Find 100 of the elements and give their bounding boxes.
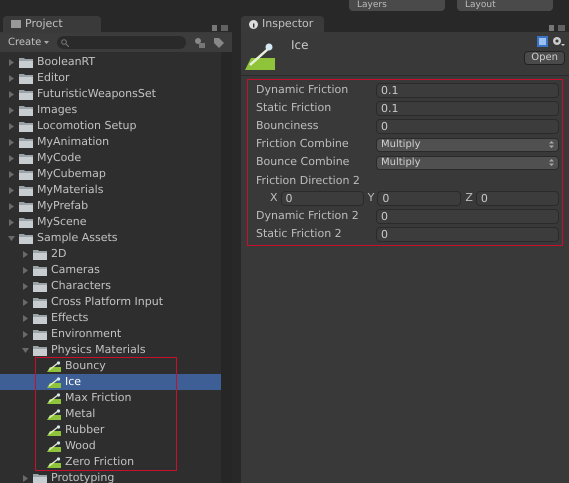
- tree-item[interactable]: Editor: [0, 70, 221, 86]
- number-field[interactable]: 0: [376, 209, 559, 224]
- tree-item[interactable]: MyScene: [0, 214, 221, 230]
- tree-item-label: Cross Platform Input: [51, 294, 164, 310]
- dropdown-field[interactable]: Multiply: [376, 156, 559, 170]
- tree-item[interactable]: Effects: [0, 310, 221, 326]
- tag-icon[interactable]: [213, 37, 224, 48]
- tree-item[interactable]: Sample Assets: [0, 230, 221, 246]
- tree-item-label: FuturisticWeaponsSet: [37, 86, 156, 102]
- tree-item-label: Sample Assets: [37, 230, 118, 246]
- number-field[interactable]: 0.1: [376, 101, 559, 116]
- toolbar-dropdown[interactable]: Layout: [457, 0, 553, 11]
- menu-icon[interactable]: [212, 24, 228, 32]
- tree-item[interactable]: Prototyping: [0, 470, 221, 483]
- folder-icon: [19, 72, 33, 84]
- tree-item[interactable]: Metal: [0, 406, 221, 422]
- folder-icon: [33, 296, 47, 308]
- search-field[interactable]: [57, 36, 186, 49]
- collapsed-arrow-icon[interactable]: [22, 298, 29, 306]
- folder-icon: [19, 152, 33, 164]
- axis-label: Y: [368, 190, 374, 206]
- collapsed-arrow-icon[interactable]: [8, 90, 15, 98]
- expanded-arrow-icon[interactable]: [22, 346, 29, 354]
- tree-item[interactable]: Cross Platform Input: [0, 294, 221, 310]
- create-button[interactable]: Create: [8, 35, 50, 50]
- number-field[interactable]: 0: [376, 119, 559, 134]
- physics-material-icon: [47, 376, 61, 388]
- collapsed-arrow-icon[interactable]: [8, 218, 15, 226]
- collapsed-arrow-icon[interactable]: [22, 266, 29, 274]
- collapsed-arrow-icon[interactable]: [8, 202, 15, 210]
- tree-item-label: 2D: [51, 246, 66, 262]
- tree-item-label: Images: [37, 102, 78, 118]
- project-tab[interactable]: Project: [3, 16, 101, 32]
- collapsed-arrow-icon[interactable]: [22, 330, 29, 338]
- tree-item-label: Max Friction: [65, 390, 132, 406]
- tree-item[interactable]: MyMaterials: [0, 182, 221, 198]
- property-label: Friction Direction 2: [256, 173, 361, 188]
- tree-item[interactable]: MyCubemap: [0, 166, 221, 182]
- tree-item[interactable]: Images: [0, 102, 221, 118]
- number-field[interactable]: 0: [476, 191, 560, 206]
- physics-material-icon: [47, 440, 61, 452]
- open-button[interactable]: Open: [524, 51, 565, 65]
- gear-icon[interactable]: [552, 36, 565, 47]
- tree-item-label: MyScene: [37, 214, 87, 230]
- menu-icon[interactable]: [549, 24, 565, 32]
- folder-icon: [19, 104, 33, 116]
- collapsed-arrow-icon[interactable]: [8, 122, 15, 130]
- filter-by-type-icon[interactable]: [194, 37, 205, 48]
- folder-icon: [19, 120, 33, 132]
- tree-item[interactable]: Ice: [0, 374, 221, 390]
- scrollbar[interactable]: [221, 52, 232, 483]
- help-icon[interactable]: [537, 36, 548, 47]
- toolbar-dropdown[interactable]: Layers: [349, 0, 445, 11]
- tree-item-label: Environment: [51, 326, 122, 342]
- tree-item[interactable]: 2D: [0, 246, 221, 262]
- collapsed-arrow-icon[interactable]: [22, 282, 29, 290]
- tree-item-label: Characters: [51, 278, 112, 294]
- collapsed-arrow-icon[interactable]: [8, 138, 15, 146]
- collapsed-arrow-icon[interactable]: [8, 58, 15, 66]
- number-field[interactable]: 0: [377, 191, 462, 206]
- tree-item-label: Wood: [65, 438, 96, 454]
- number-field[interactable]: 0: [376, 227, 559, 242]
- tree-item[interactable]: Cameras: [0, 262, 221, 278]
- tree-item[interactable]: Environment: [0, 326, 221, 342]
- tree-item[interactable]: Rubber: [0, 422, 221, 438]
- number-field[interactable]: 0: [280, 191, 364, 206]
- tree-item[interactable]: Characters: [0, 278, 221, 294]
- collapsed-arrow-icon[interactable]: [22, 314, 29, 322]
- collapsed-arrow-icon[interactable]: [22, 474, 29, 482]
- collapsed-arrow-icon[interactable]: [8, 106, 15, 114]
- tree-item[interactable]: MyPrefab: [0, 198, 221, 214]
- tree-item[interactable]: Locomotion Setup: [0, 118, 221, 134]
- collapsed-arrow-icon[interactable]: [8, 154, 15, 162]
- tree-item[interactable]: Physics Materials: [0, 342, 221, 358]
- folder-icon: [33, 344, 47, 356]
- tree-item-label: Metal: [65, 406, 96, 422]
- number-field[interactable]: 0.1: [376, 83, 559, 98]
- collapsed-arrow-icon[interactable]: [8, 74, 15, 82]
- tree-item[interactable]: BooleanRT: [0, 54, 221, 70]
- folder-icon: [19, 216, 33, 228]
- collapsed-arrow-icon[interactable]: [8, 170, 15, 178]
- tree-item[interactable]: Max Friction: [0, 390, 221, 406]
- tree-item-label: Zero Friction: [65, 454, 134, 470]
- dropdown-field[interactable]: Multiply: [376, 138, 559, 152]
- property-label: Dynamic Friction: [256, 82, 350, 98]
- tree-item[interactable]: Zero Friction: [0, 454, 221, 470]
- inspector-tab[interactable]: Inspector: [241, 16, 324, 32]
- tree-item[interactable]: FuturisticWeaponsSet: [0, 86, 221, 102]
- expanded-arrow-icon[interactable]: [8, 234, 15, 242]
- tree-item[interactable]: MyCode: [0, 150, 221, 166]
- tree-item-label: BooleanRT: [37, 54, 96, 70]
- tree-item[interactable]: MyAnimation: [0, 134, 221, 150]
- collapsed-arrow-icon[interactable]: [22, 250, 29, 258]
- tree-item[interactable]: Bouncy: [0, 358, 221, 374]
- tree-item[interactable]: Wood: [0, 438, 221, 454]
- folder-icon: [33, 328, 47, 340]
- collapsed-arrow-icon[interactable]: [8, 186, 15, 194]
- folder-icon: [19, 88, 33, 100]
- physics-material-icon: [47, 424, 61, 436]
- physics-material-icon: [47, 456, 61, 468]
